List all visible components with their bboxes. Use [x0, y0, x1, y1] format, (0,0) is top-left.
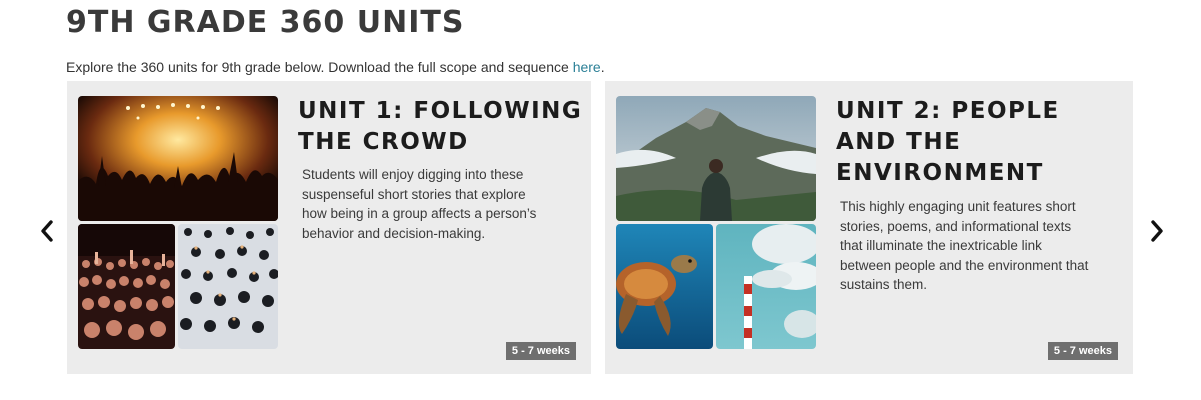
unit-2-description: This highly engaging unit features short… [840, 199, 1089, 293]
concert-crowd-image [78, 96, 278, 221]
cheering-crowd-image [78, 224, 175, 349]
unit-card-1[interactable]: UNIT 1: FOLLOWING THE CROWD Students wil… [67, 81, 591, 374]
unit-1-image-collage [78, 96, 278, 349]
smokestack-image [716, 224, 816, 349]
carousel-next-button[interactable] [1146, 218, 1168, 244]
unit-2-image-collage [616, 96, 816, 349]
mountain-hiker-image [616, 96, 816, 221]
unit-card-2[interactable]: UNIT 2: PEOPLE AND THE ENVIRONMENT This … [605, 81, 1133, 374]
unit-2-title[interactable]: UNIT 2: PEOPLE AND THE ENVIRONMENT [836, 96, 1121, 189]
chevron-left-icon [41, 220, 53, 242]
sea-turtle-image [616, 224, 713, 349]
page-title: 9TH GRADE 360 UNITS [66, 5, 465, 40]
chevron-right-icon [1151, 220, 1163, 242]
intro-text-end: . [600, 59, 605, 75]
unit-2-duration-badge: 5 - 7 weeks [1047, 342, 1118, 360]
intro-text: Explore the 360 units for 9th grade belo… [66, 58, 605, 76]
carousel-prev-button[interactable] [36, 218, 58, 244]
unit-1-title[interactable]: UNIT 1: FOLLOWING THE CROWD [298, 96, 583, 158]
marching-group-image [178, 224, 278, 349]
unit-1-description: Students will enjoy digging into these s… [302, 167, 537, 241]
intro-text-body: Explore the 360 units for 9th grade belo… [66, 59, 573, 75]
unit-1-duration-badge: 5 - 7 weeks [505, 342, 576, 360]
scope-sequence-link[interactable]: here [573, 59, 601, 75]
